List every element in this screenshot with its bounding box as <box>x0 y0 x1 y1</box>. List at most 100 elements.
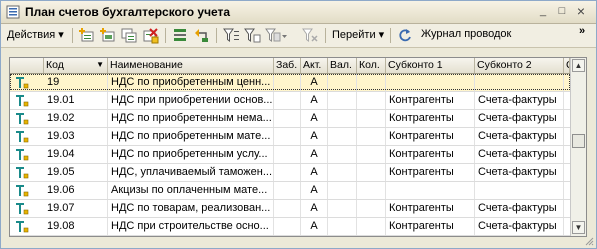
cell-akt: А <box>301 218 328 235</box>
cell-zab <box>274 92 301 109</box>
table-row[interactable]: 19.07 НДС по товарам, реализован... А Контр… <box>10 200 570 218</box>
cell-val <box>328 164 357 181</box>
cell-sub2: Счета-фактуры <box>475 110 564 127</box>
level-up-icon[interactable] <box>192 27 210 44</box>
table-header: Код ▼ Наименование Заб. Акт. Вал. Кол. Су… <box>10 58 570 74</box>
cell-sub1 <box>386 182 475 199</box>
table-row[interactable]: 19.08 НДС при строительстве осно... А Контр… <box>10 218 570 236</box>
goto-label: Перейти <box>332 29 376 41</box>
account-type-icon <box>16 185 29 197</box>
cell-zab <box>274 128 301 145</box>
cell-zab <box>274 164 301 181</box>
table-row[interactable]: 19.06 Акцизы по оплаченным мате... А <box>10 182 570 200</box>
list-icon <box>6 5 20 19</box>
cell-akt: А <box>301 164 328 181</box>
cell-sub1: Контрагенты <box>386 110 475 127</box>
table-row[interactable]: 19 НДС по приобретенным ценн... А <box>10 74 570 92</box>
cell-sub1: Контрагенты <box>386 92 475 109</box>
add-folder-icon[interactable] <box>99 27 117 44</box>
cell-akt: А <box>301 110 328 127</box>
filter-history-icon[interactable] <box>264 27 288 44</box>
cell-kol <box>357 164 386 181</box>
clear-filter-icon[interactable] <box>301 27 319 44</box>
toolbar-overflow-chevron-icon[interactable]: » <box>579 25 585 37</box>
cell-sub1: Контрагенты <box>386 128 475 145</box>
minimize-button[interactable]: _ <box>535 4 551 20</box>
table-row[interactable]: 19.03 НДС по приобретенным мате... А Контра… <box>10 128 570 146</box>
goto-menu-button[interactable]: Перейти ▾ <box>332 28 384 41</box>
table-row[interactable]: 19.05 НДС, уплачиваемый таможен... А Контра… <box>10 164 570 182</box>
toolbar-separator <box>325 28 326 43</box>
header-subconto-2[interactable]: Субконто 2 <box>475 58 564 73</box>
maximize-button[interactable]: □ <box>554 4 570 20</box>
cell-sub2: Счета-фактуры <box>475 200 564 217</box>
cell-name: НДС при приобретении основ... <box>108 92 274 109</box>
cell-zab <box>274 218 301 235</box>
cell-sub2 <box>475 182 564 199</box>
account-type-icon <box>16 95 29 107</box>
cell-code: 19.06 <box>44 182 108 199</box>
table-row[interactable]: 19.04 НДС по приобретенным услу... А Контра… <box>10 146 570 164</box>
title-bar[interactable]: План счетов бухгалтерского учета _ □ × <box>1 1 596 24</box>
cell-val <box>328 182 357 199</box>
cell-sub2: Счета-фактуры <box>475 164 564 181</box>
cell-akt: А <box>301 74 328 91</box>
chart-of-accounts-window: План счетов бухгалтерского учета _ □ × Д… <box>0 0 597 249</box>
toolbar-separator <box>72 28 73 43</box>
filter-list-icon[interactable] <box>222 27 240 44</box>
cell-name: НДС, уплачиваемый таможен... <box>108 164 274 181</box>
window-title: План счетов бухгалтерского учета <box>25 5 231 19</box>
cell-zab <box>274 146 301 163</box>
actions-menu-button[interactable]: Действия ▾ <box>7 28 64 41</box>
cell-name: НДС по приобретенным нема... <box>108 110 274 127</box>
cell-code: 19.03 <box>44 128 108 145</box>
hierarchy-icon[interactable] <box>171 27 189 44</box>
cell-kol <box>357 182 386 199</box>
filter-value-icon[interactable] <box>243 27 261 44</box>
account-type-icon <box>16 77 29 89</box>
vertical-scrollbar[interactable]: ▲ ▼ <box>570 58 586 236</box>
header-currency[interactable]: Вал. <box>328 58 357 73</box>
resize-grip-icon[interactable] <box>584 236 594 246</box>
table-row[interactable]: 19.01 НДС при приобретении основ... А Контр… <box>10 92 570 110</box>
copy-icon[interactable] <box>120 27 138 44</box>
actions-label: Действия <box>7 29 56 41</box>
header-code[interactable]: Код ▼ <box>44 58 108 73</box>
cell-code: 19.01 <box>44 92 108 109</box>
journal-entries-button[interactable]: Журнал проводок <box>421 28 511 40</box>
add-icon[interactable] <box>78 27 96 44</box>
sort-desc-icon: ▼ <box>96 60 104 69</box>
scroll-down-icon[interactable]: ▼ <box>572 221 585 234</box>
header-quantity[interactable]: Кол. <box>357 58 386 73</box>
cell-kol <box>357 200 386 217</box>
toolbar: Действия ▾ Перейти ▾ Журнал проводок » <box>1 24 596 48</box>
cell-code: 19.07 <box>44 200 108 217</box>
cell-val <box>328 74 357 91</box>
cell-val <box>328 218 357 235</box>
toolbar-separator <box>216 28 217 43</box>
table-row[interactable]: 19.02 НДС по приобретенным нема... А Контра… <box>10 110 570 128</box>
cell-val <box>328 200 357 217</box>
close-button[interactable]: × <box>573 4 589 20</box>
scrollbar-thumb[interactable] <box>572 134 585 148</box>
scroll-up-icon[interactable]: ▲ <box>572 59 585 72</box>
cell-kol <box>357 92 386 109</box>
account-type-icon <box>16 149 29 161</box>
header-icon-column[interactable] <box>10 58 44 73</box>
header-subconto-1[interactable]: Субконто 1 <box>386 58 475 73</box>
cell-akt: А <box>301 146 328 163</box>
cell-sub2 <box>475 74 564 91</box>
toolbar-separator <box>390 28 391 43</box>
header-off-balance[interactable]: Заб. <box>274 58 301 73</box>
delete-mark-icon[interactable] <box>141 27 159 44</box>
header-name[interactable]: Наименование <box>108 58 274 73</box>
cell-zab <box>274 182 301 199</box>
cell-val <box>328 110 357 127</box>
cell-code: 19.02 <box>44 110 108 127</box>
cell-code: 19.05 <box>44 164 108 181</box>
header-active[interactable]: Акт. <box>301 58 328 73</box>
refresh-icon[interactable] <box>396 27 414 44</box>
cell-code: 19.08 <box>44 218 108 235</box>
cell-kol <box>357 128 386 145</box>
cell-kol <box>357 74 386 91</box>
